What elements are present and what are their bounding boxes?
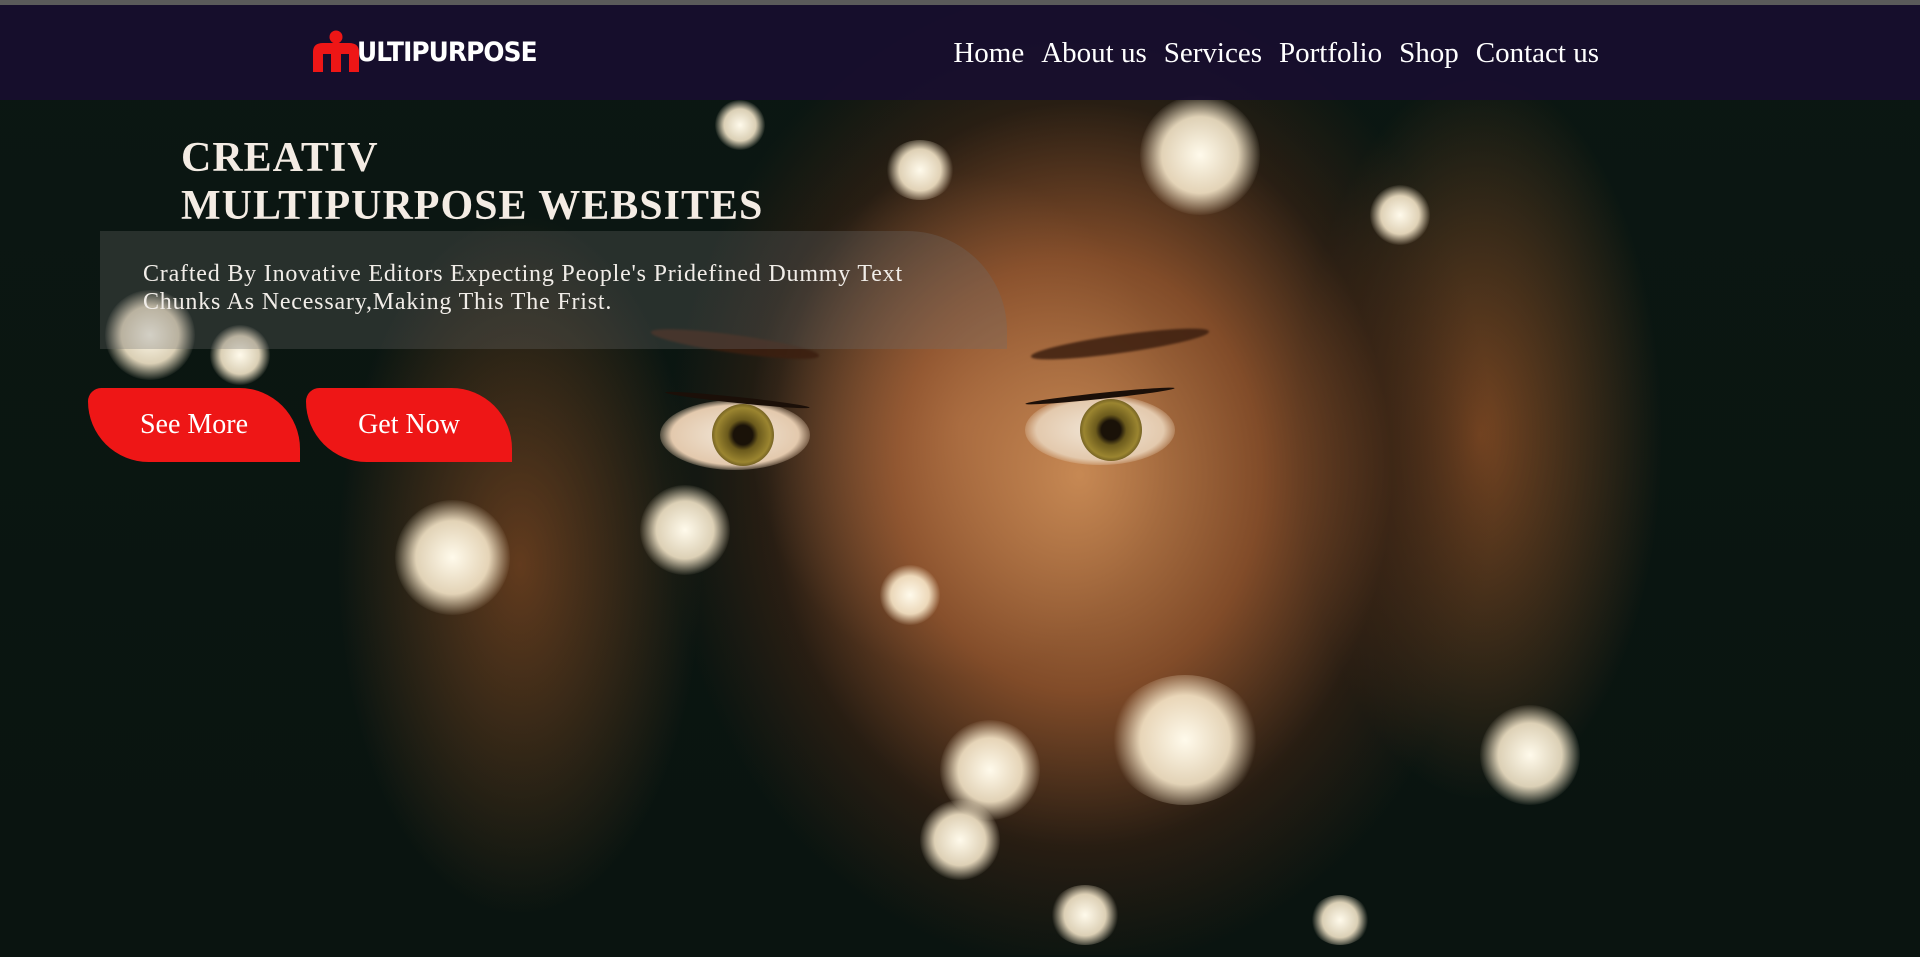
see-more-button[interactable]: See More [88,388,300,462]
hero-description-line-1: Crafted By Inovative Editors Expecting P… [143,261,903,287]
left-iris [712,404,774,466]
nav-contact-us[interactable]: Contact us [1476,33,1599,73]
light-bokeh [880,565,940,625]
nav-home[interactable]: Home [953,33,1024,73]
get-now-button[interactable]: Get Now [306,388,512,462]
nav-about-us[interactable]: About us [1041,33,1147,73]
logo-text: ULTIPURPOSE [357,36,538,68]
light-bokeh [1050,885,1120,945]
right-eyebrow [1029,322,1211,366]
main-nav: Home About us Services Portfolio Shop Co… [936,33,1599,73]
hero-headline-line-2: MULTIPURPOSE WEBSITES [181,183,764,229]
top-navbar: ULTIPURPOSE Home About us Services Portf… [0,5,1920,100]
hero-headline: CREATIV MULTIPURPOSE WEBSITES [181,134,763,230]
right-iris [1080,399,1142,461]
light-bokeh [885,140,955,200]
hero-description-line-2: Chunks As Necessary,Making This The Fris… [143,289,613,315]
light-bokeh [1140,95,1260,215]
hero-headline-line-1: CREATIV [181,135,379,181]
light-bokeh [1480,705,1580,805]
hero-description: Crafted By Inovative Editors Expecting P… [143,260,1003,316]
light-bokeh [920,800,1000,880]
nav-portfolio[interactable]: Portfolio [1279,33,1382,73]
light-bokeh [1110,675,1260,805]
light-bokeh [395,500,510,615]
brand-logo[interactable]: ULTIPURPOSE [311,27,552,77]
right-eye [1025,395,1175,465]
nav-services[interactable]: Services [1164,33,1262,73]
light-bokeh [1370,185,1430,245]
light-bokeh [1310,895,1370,945]
nav-shop[interactable]: Shop [1399,33,1459,73]
light-bokeh [640,485,730,575]
logo-m-icon [311,30,361,74]
left-eye [660,400,810,470]
